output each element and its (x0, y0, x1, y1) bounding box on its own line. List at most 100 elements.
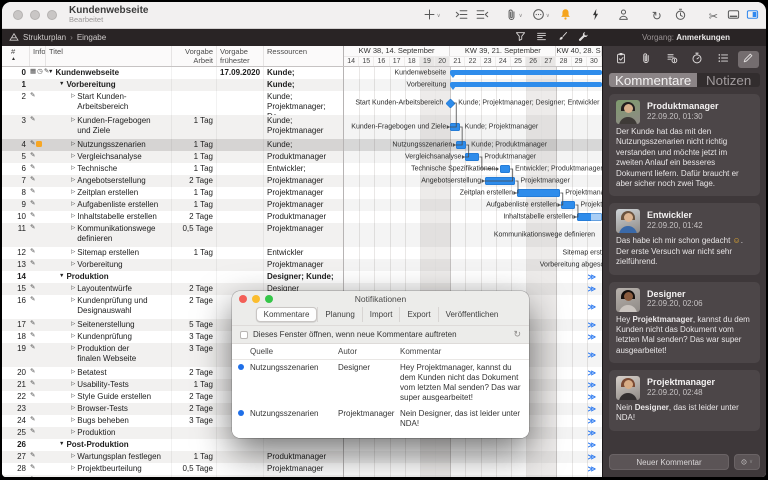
table-row[interactable]: 11✎▷Kommunikationswege definieren0,5 Tag… (2, 223, 343, 247)
gantt-summary-bar[interactable] (450, 82, 602, 87)
clipboard-check-button[interactable] (610, 51, 631, 68)
table-row[interactable]: 26▼Post-Produktion (2, 439, 343, 451)
refresh-icon[interactable]: ↻ (513, 330, 521, 339)
disclosure-closed-icon[interactable]: ▷ (71, 428, 75, 439)
disclosure-closed-icon[interactable]: ▷ (71, 368, 75, 379)
close-button[interactable] (13, 10, 23, 20)
disclosure-closed-icon[interactable]: ▷ (71, 200, 75, 211)
notifications-bell-button[interactable] (559, 8, 572, 24)
gantt-continuation-icon[interactable]: ≫ (588, 303, 595, 312)
attachment-button[interactable] (636, 51, 657, 68)
column-header-info[interactable]: Info (30, 46, 46, 66)
disclosure-closed-icon[interactable]: ▷ (71, 164, 75, 175)
notifications-tab-planung[interactable]: Planung (317, 307, 361, 322)
disclosure-open-icon[interactable]: ▼ (48, 68, 53, 79)
gantt-bar[interactable] (517, 189, 560, 197)
disclosure-closed-icon[interactable]: ▷ (71, 416, 75, 427)
funnel-button[interactable] (515, 30, 526, 45)
gantt-continuation-icon[interactable]: ≫ (588, 417, 595, 426)
gantt-continuation-icon[interactable]: ≫ (588, 465, 595, 474)
breadcrumb-item[interactable]: Strukturplan (23, 33, 66, 42)
gantt-continuation-icon[interactable]: ≫ (588, 405, 595, 414)
disclosure-closed-icon[interactable]: ▷ (71, 380, 75, 391)
conflict-bolt-button[interactable] (589, 8, 602, 24)
gantt-continuation-icon[interactable]: ≫ (588, 453, 595, 462)
disclosure-closed-icon[interactable]: ▷ (71, 116, 75, 139)
gantt-bar[interactable] (465, 153, 479, 161)
inspector-tab-kommentare[interactable]: Kommentare (609, 73, 697, 87)
column-header-titel[interactable]: Titel (46, 46, 172, 66)
breadcrumb-item[interactable]: Eingabe (77, 33, 106, 42)
disclosure-open-icon[interactable]: ▼ (59, 440, 64, 451)
gantt-continuation-icon[interactable]: ≫ (588, 477, 595, 478)
new-comment-button[interactable]: Neuer Kommentar (609, 454, 729, 470)
table-row[interactable]: 4✎▷Nutzungsszenarien1 TagKunde; Produktm… (2, 139, 343, 151)
panel-right-button[interactable] (746, 8, 759, 24)
column-header-resources[interactable]: Ressourcen (264, 46, 343, 66)
gantt-bar[interactable] (450, 123, 459, 131)
table-row[interactable]: 13✎▷Vorbereitung abgeschlossenProjektman… (2, 259, 343, 271)
indent-button[interactable] (455, 8, 468, 24)
table-row[interactable]: 5✎▷Vergleichsanalyse1 TagProduktmanager (2, 151, 343, 163)
add-button[interactable]: ∨ (423, 8, 441, 24)
open-window-checkbox[interactable] (240, 331, 248, 339)
disclosure-closed-icon[interactable]: ▷ (71, 332, 75, 343)
format-text-button[interactable] (536, 30, 547, 45)
column-header-num[interactable]: #▲ (2, 46, 30, 66)
sync-refresh-button[interactable]: ↻ (652, 8, 662, 23)
disclosure-closed-icon[interactable]: ▷ (71, 188, 75, 199)
disclosure-closed-icon[interactable]: ▷ (71, 92, 75, 115)
gantt-continuation-icon[interactable]: ≫ (588, 441, 595, 450)
disclosure-closed-icon[interactable]: ▷ (71, 224, 75, 247)
notifications-tab-veröffentlichen[interactable]: Veröffentlichen (438, 307, 506, 322)
gantt-bar[interactable] (577, 213, 602, 221)
assignments-person-button[interactable] (617, 8, 630, 24)
attachment-button[interactable]: ∨ (505, 8, 523, 24)
cut-scissors-button[interactable]: ✂ (709, 8, 718, 23)
paintbrush-button[interactable] (557, 30, 568, 45)
gantt-milestone[interactable] (445, 98, 455, 108)
table-row[interactable]: 1▼VorbereitungKunde; Projektman… (2, 79, 343, 91)
gantt-continuation-icon[interactable]: ≫ (588, 381, 595, 390)
table-row[interactable]: 9✎▷Aufgabenliste erstellen1 TagProjektma… (2, 199, 343, 211)
table-row[interactable]: 28✎▷Projektbeurteilung0,5 TageProjektman… (2, 463, 343, 475)
table-row[interactable]: 8✎▷Zeitplan erstellen1 TagProjektmanager (2, 187, 343, 199)
gantt-continuation-icon[interactable]: ≫ (588, 429, 595, 438)
disclosure-open-icon[interactable]: ▼ (59, 80, 64, 91)
more-actions-button[interactable]: ∨ (532, 8, 550, 24)
notifications-tab-import[interactable]: Import (362, 307, 400, 322)
outdent-button[interactable] (476, 8, 489, 24)
disclosure-closed-icon[interactable]: ▷ (71, 296, 75, 319)
disclosure-open-icon[interactable]: ▼ (59, 272, 64, 283)
disclosure-closed-icon[interactable]: ▷ (71, 260, 75, 271)
disclosure-closed-icon[interactable]: ▷ (71, 152, 75, 163)
table-row[interactable]: 27✎▷Wartungsplan festlegen1 TagProduktma… (2, 451, 343, 463)
panel-bottom-button[interactable] (727, 8, 740, 24)
table-row[interactable]: 3✎▷Kunden-Fragebogen und Ziele1 TagKunde… (2, 115, 343, 139)
resource-cost-button[interactable] (661, 51, 682, 68)
table-row[interactable]: 29✎▷Finale Präsentation0,5 TageKunde; Pr… (2, 475, 343, 477)
notification-row[interactable]: NutzungsszenarienProjektmanagerNein Desi… (232, 406, 529, 432)
disclosure-closed-icon[interactable]: ▷ (71, 176, 75, 187)
disclosure-closed-icon[interactable]: ▷ (71, 320, 75, 331)
zoom-button[interactable] (265, 295, 273, 303)
inspector-tab-notizen[interactable]: Notizen (697, 73, 760, 87)
disclosure-closed-icon[interactable]: ▷ (71, 212, 75, 223)
disclosure-closed-icon[interactable]: ▷ (71, 476, 75, 477)
table-row[interactable]: 12✎▷Sitemap erstellen1 TagEntwickler (2, 247, 343, 259)
gantt-continuation-icon[interactable]: ≫ (588, 393, 595, 402)
stopwatch-button[interactable] (687, 51, 708, 68)
comment-options-button[interactable]: ∨ (734, 454, 760, 470)
minimize-button[interactable] (30, 10, 40, 20)
disclosure-closed-icon[interactable]: ▷ (71, 464, 75, 475)
minimize-button[interactable] (252, 295, 260, 303)
disclosure-closed-icon[interactable]: ▷ (71, 248, 75, 259)
disclosure-closed-icon[interactable]: ▷ (71, 392, 75, 403)
disclosure-closed-icon[interactable]: ▷ (71, 404, 75, 415)
column-header-start[interactable]: Vorgabe frühester Start (217, 46, 264, 66)
gantt-continuation-icon[interactable]: ≫ (588, 321, 595, 330)
disclosure-closed-icon[interactable]: ▷ (71, 452, 75, 463)
table-row[interactable]: 14▼ProduktionDesigner; Kunde; E… (2, 271, 343, 283)
gantt-bar[interactable] (500, 165, 511, 173)
pencil-edit-button[interactable] (738, 51, 759, 68)
